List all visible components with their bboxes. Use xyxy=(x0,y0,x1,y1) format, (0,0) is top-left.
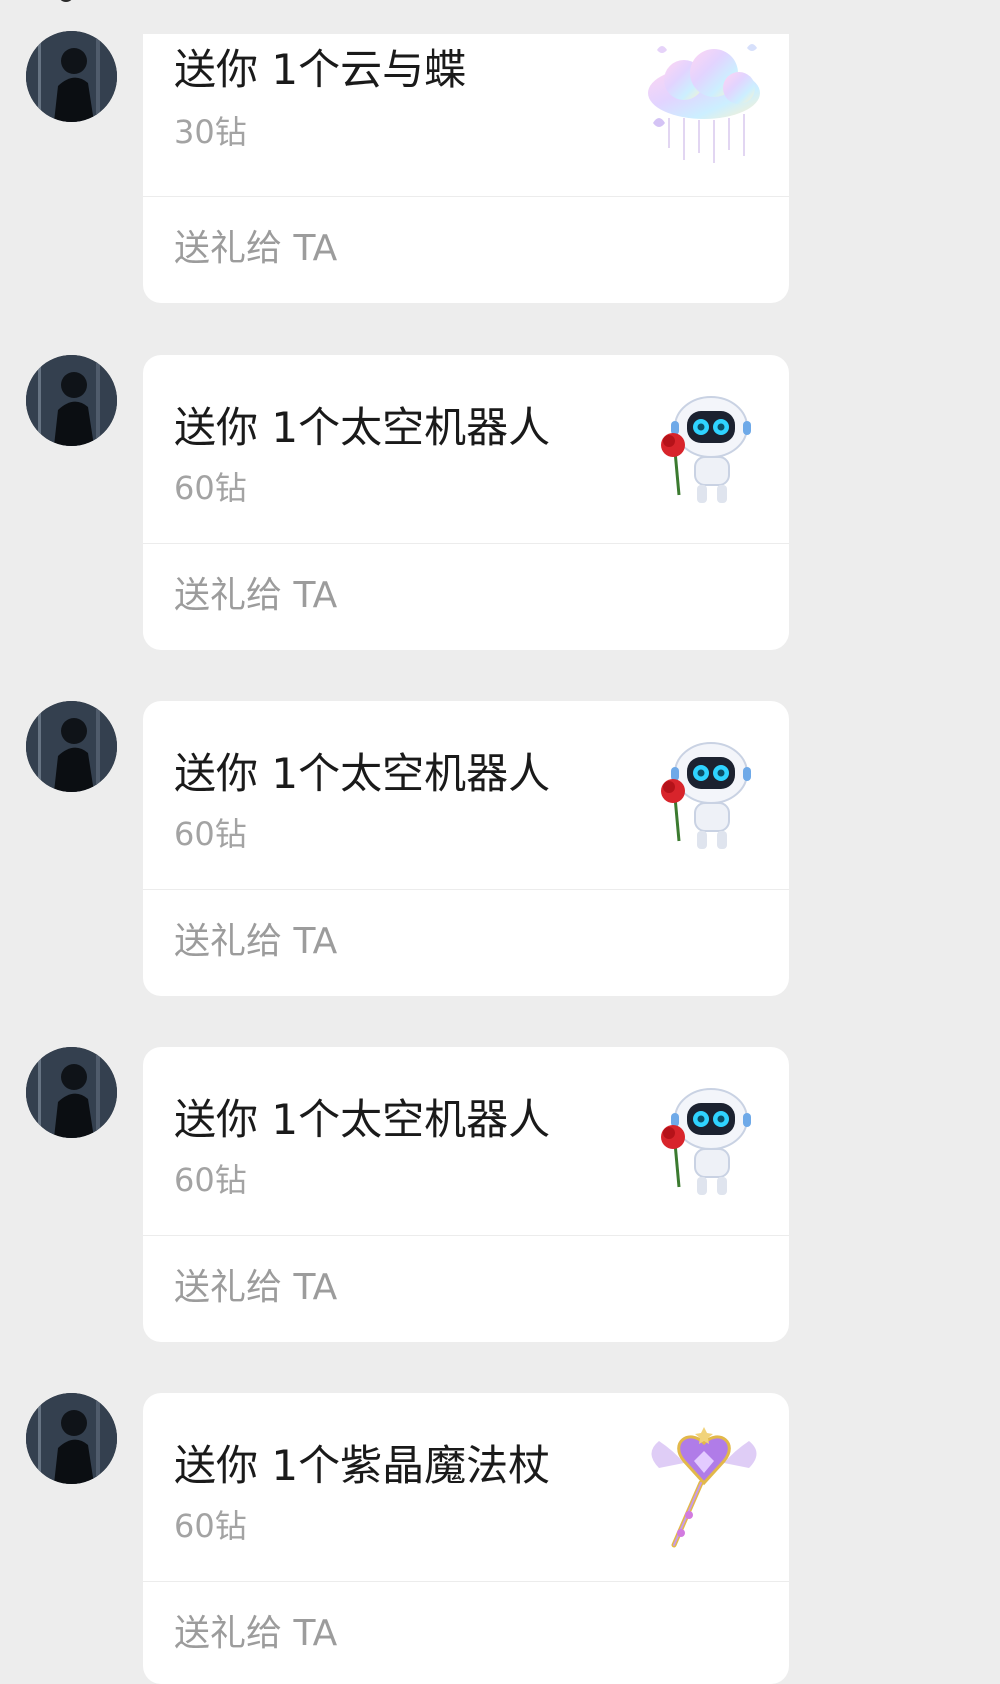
gift-price: 60钻 xyxy=(174,1161,247,1199)
gift-card: 送你 1个太空机器人 60钻 送礼给 TA xyxy=(143,355,789,650)
gift-card: 送你 1个太空机器人 60钻 送礼给 TA xyxy=(143,701,789,996)
gift-title: 送你 1个紫晶魔法杖 xyxy=(174,1441,551,1490)
gift-info: 送你 1个云与蝶 30钻 xyxy=(143,34,789,197)
avatar[interactable] xyxy=(26,355,117,446)
avatar[interactable] xyxy=(26,701,117,792)
avatar[interactable] xyxy=(26,1047,117,1138)
send-gift-button[interactable]: 送礼给 TA xyxy=(174,227,337,271)
send-gift-row: 送礼给 TA xyxy=(143,544,789,650)
send-gift-button[interactable]: 送礼给 TA xyxy=(174,574,337,618)
send-gift-button[interactable]: 送礼给 TA xyxy=(174,920,337,964)
gift-info: 送你 1个太空机器人 60钻 xyxy=(143,1047,789,1236)
gift-title: 送你 1个太空机器人 xyxy=(174,749,551,798)
gift-price: 30钻 xyxy=(174,113,247,151)
send-gift-row: 送礼给 TA xyxy=(143,1582,789,1684)
amethyst-wand-icon xyxy=(639,1423,769,1553)
avatar-fragment xyxy=(58,0,74,2)
send-gift-row: 送礼给 TA xyxy=(143,890,789,996)
gift-title: 送你 1个太空机器人 xyxy=(174,403,551,452)
space-robot-icon xyxy=(639,385,769,515)
gift-price: 60钻 xyxy=(174,815,247,853)
avatar[interactable] xyxy=(26,1393,117,1484)
send-gift-row: 送礼给 TA xyxy=(143,197,789,303)
gift-price: 60钻 xyxy=(174,469,247,507)
gift-info: 送你 1个太空机器人 60钻 xyxy=(143,701,789,890)
gift-price: 60钻 xyxy=(174,1507,247,1545)
gift-title: 送你 1个太空机器人 xyxy=(174,1095,551,1144)
send-gift-button[interactable]: 送礼给 TA xyxy=(174,1266,337,1310)
space-robot-icon xyxy=(639,1077,769,1207)
send-gift-button[interactable]: 送礼给 TA xyxy=(174,1612,337,1656)
space-robot-icon xyxy=(639,731,769,861)
send-gift-row: 送礼给 TA xyxy=(143,1236,789,1342)
gift-title: 送你 1个云与蝶 xyxy=(174,45,467,94)
cloud-butterfly-icon xyxy=(639,38,769,168)
avatar[interactable] xyxy=(26,31,117,122)
gift-card: 送你 1个紫晶魔法杖 60钻 送礼给 TA xyxy=(143,1393,789,1684)
gift-info: 送你 1个紫晶魔法杖 60钻 xyxy=(143,1393,789,1582)
gift-info: 送你 1个太空机器人 60钻 xyxy=(143,355,789,544)
gift-card: 送你 1个云与蝶 30钻 送礼给 TA xyxy=(143,34,789,303)
gift-card: 送你 1个太空机器人 60钻 送礼给 TA xyxy=(143,1047,789,1342)
